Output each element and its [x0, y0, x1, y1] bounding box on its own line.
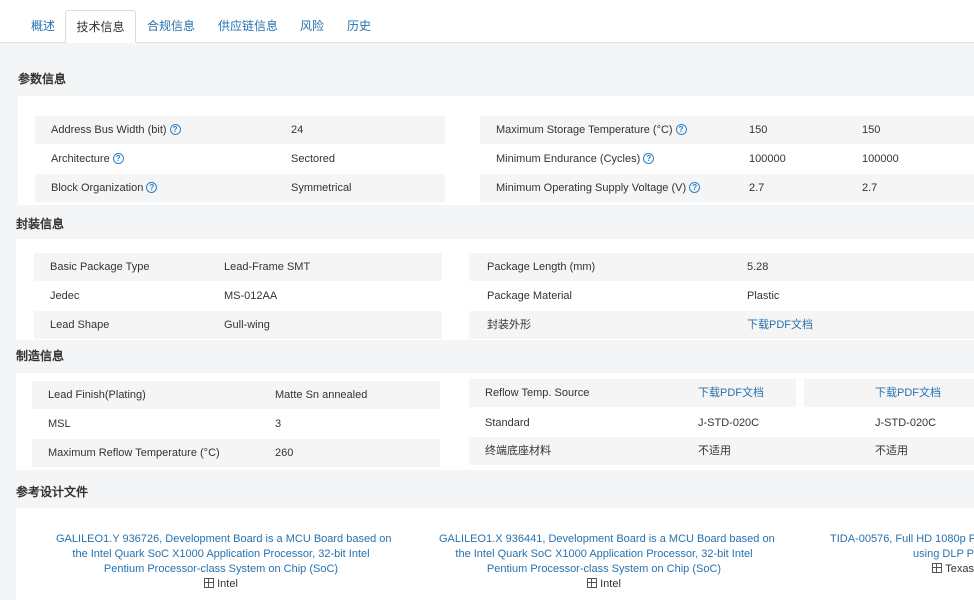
- manufacturing-value: 不适用: [698, 445, 731, 457]
- package-label: Basic Package Type: [50, 261, 150, 273]
- param-label: Address Bus Width (bit): [51, 124, 167, 136]
- reference-design-link[interactable]: GALILEO1.Y 936726, Development Board is …: [56, 532, 392, 577]
- manufacturing-row: Maximum Reflow Temperature (°C) 260: [32, 439, 440, 467]
- tab-risk[interactable]: 风险: [294, 10, 330, 42]
- param-value: 150: [749, 124, 768, 136]
- tab-supply-chain-info[interactable]: 供应链信息: [212, 10, 284, 42]
- param-label: Minimum Endurance (Cycles): [496, 153, 641, 165]
- param-value: 2.7: [749, 182, 765, 194]
- package-label: Package Length (mm): [487, 261, 596, 273]
- param-row: Architecture? Sectored: [35, 145, 445, 173]
- param-value: 150: [862, 124, 881, 136]
- param-value: 2.7: [862, 182, 878, 194]
- package-row: Lead Shape Gull-wing: [34, 311, 442, 339]
- help-icon[interactable]: ?: [146, 182, 158, 193]
- help-icon[interactable]: ?: [169, 124, 181, 135]
- manufacturing-label: Reflow Temp. Source: [485, 387, 590, 399]
- param-label: Minimum Operating Supply Voltage (V): [496, 182, 687, 194]
- package-label: 封装外形: [487, 319, 531, 331]
- help-icon[interactable]: ?: [689, 182, 701, 193]
- param-value: 100000: [862, 153, 899, 165]
- manufacturing-value: 260: [275, 447, 294, 459]
- package-row: 封装外形 下载PDF文档: [469, 311, 974, 339]
- param-label: Maximum Storage Temperature (°C): [496, 124, 673, 136]
- reference-design-link[interactable]: TIDA-00576, Full HD 1080p Pr using DLP P: [830, 532, 974, 562]
- download-pdf-link[interactable]: 下载PDF文档: [698, 379, 764, 407]
- manufacturing-label: MSL: [48, 418, 71, 430]
- manufacturing-value: 不适用: [875, 445, 908, 457]
- param-value: Symmetrical: [291, 182, 352, 194]
- package-label: Lead Shape: [50, 319, 110, 331]
- reference-section-title: 参考设计文件: [16, 485, 89, 499]
- building-icon: [932, 563, 943, 573]
- manufacturer-name: Intel: [217, 578, 238, 590]
- tab-history[interactable]: 历史: [341, 10, 377, 42]
- manufacturing-label: Lead Finish(Plating): [48, 389, 146, 401]
- tab-compliance-info[interactable]: 合规信息: [141, 10, 201, 42]
- param-row: Minimum Operating Supply Voltage (V)? 2.…: [480, 174, 974, 202]
- manufacturing-value: J-STD-020C: [875, 417, 937, 429]
- package-row: Basic Package Type Lead-Frame SMT: [34, 253, 442, 281]
- param-row: Block Organization? Symmetrical: [35, 174, 445, 202]
- manufacturing-row: 终端底座材料 不适用 不适用: [469, 437, 974, 465]
- download-pdf-link[interactable]: 下载PDF文档: [875, 379, 941, 407]
- tab-bar: 概述 技术信息 合规信息 供应链信息 风险 历史: [0, 0, 974, 43]
- manufacturing-value: 3: [275, 418, 282, 430]
- package-value: Plastic: [747, 290, 780, 302]
- manufacturer-name: Texas: [945, 563, 974, 575]
- package-row: Jedec MS-012AA: [34, 282, 442, 310]
- help-icon[interactable]: ?: [112, 153, 124, 164]
- reference-design-card: GALILEO1.Y 936726, Development Board is …: [56, 532, 392, 592]
- package-value: Gull-wing: [224, 319, 270, 331]
- param-value: 100000: [749, 153, 786, 165]
- package-panel: Basic Package Type Lead-Frame SMT Jedec …: [16, 239, 974, 340]
- package-row: Package Length (mm) 5.28: [469, 253, 974, 281]
- reference-design-card: GALILEO1.X 936441, Development Board is …: [439, 532, 775, 592]
- param-row: Address Bus Width (bit)? 24: [35, 116, 445, 144]
- manufacturing-value: J-STD-020C: [698, 417, 760, 429]
- building-icon: [204, 578, 215, 588]
- package-value: MS-012AA: [224, 290, 278, 302]
- download-pdf-link[interactable]: 下载PDF文档: [747, 311, 813, 339]
- manufacturing-value: Matte Sn annealed: [275, 389, 368, 401]
- package-label: Jedec: [50, 290, 80, 302]
- manufacturing-label: 终端底座材料: [485, 445, 551, 457]
- manufacturing-row: Standard J-STD-020C J-STD-020C: [469, 409, 974, 437]
- manufacturing-section-title: 制造信息: [16, 349, 65, 363]
- package-value: Lead-Frame SMT: [224, 261, 311, 273]
- tab-overview[interactable]: 概述: [22, 10, 64, 42]
- help-icon[interactable]: ?: [675, 124, 687, 135]
- manufacturing-panel: Lead Finish(Plating) Matte Sn annealed M…: [16, 373, 974, 470]
- param-row: Minimum Endurance (Cycles)? 100000 10000…: [480, 145, 974, 173]
- param-value: 24: [291, 124, 304, 136]
- manufacturing-label: Standard: [485, 417, 530, 429]
- manufacturing-row-extra: 下载PDF文档: [804, 379, 974, 407]
- package-label: Package Material: [487, 290, 572, 302]
- building-icon: [587, 578, 598, 588]
- package-value: 5.28: [747, 261, 769, 273]
- params-panel: Address Bus Width (bit)? 24 Architecture…: [18, 96, 974, 205]
- param-row: Maximum Storage Temperature (°C)? 150 15…: [480, 116, 974, 144]
- params-section-title: 参数信息: [18, 72, 67, 86]
- manufacturing-row: Lead Finish(Plating) Matte Sn annealed: [32, 381, 440, 409]
- reference-design-card: TIDA-00576, Full HD 1080p Pr using DLP P…: [830, 532, 974, 577]
- package-row: Package Material Plastic: [469, 282, 974, 310]
- tab-technical-info[interactable]: 技术信息: [65, 10, 136, 43]
- package-section-title: 封装信息: [16, 217, 65, 231]
- manufacturing-row: MSL 3: [32, 410, 440, 438]
- manufacturing-label: Maximum Reflow Temperature (°C): [48, 447, 220, 459]
- reference-design-link[interactable]: GALILEO1.X 936441, Development Board is …: [439, 532, 775, 577]
- param-label: Block Organization: [51, 182, 144, 194]
- manufacturer-name: Intel: [600, 578, 621, 590]
- help-icon[interactable]: ?: [643, 153, 655, 164]
- param-value: Sectored: [291, 153, 336, 165]
- param-label: Architecture: [51, 153, 110, 165]
- manufacturing-row: Reflow Temp. Source 下载PDF文档: [469, 379, 796, 407]
